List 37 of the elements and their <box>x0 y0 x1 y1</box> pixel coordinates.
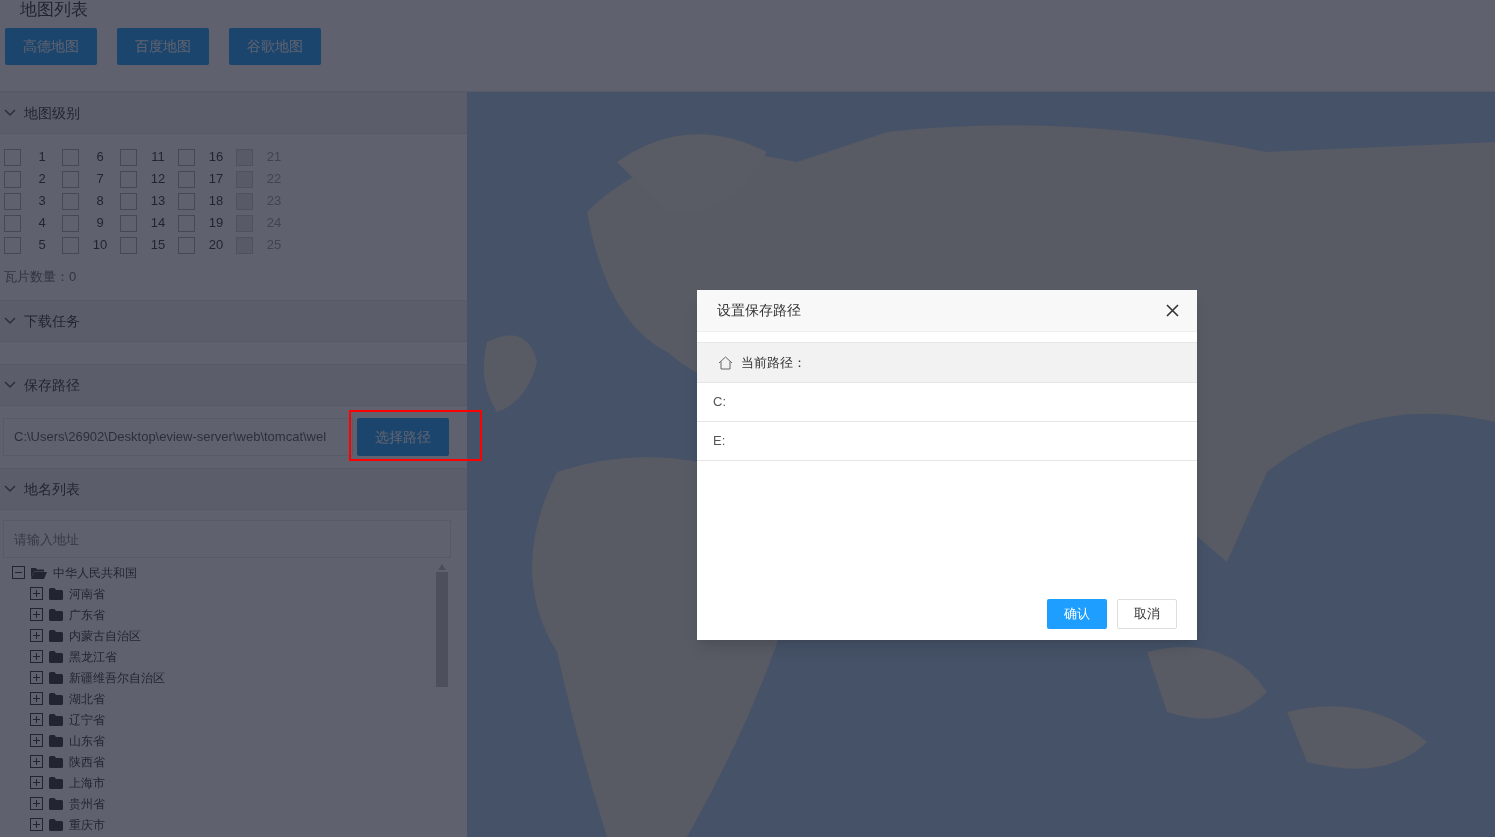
level-label: 4 <box>37 214 47 233</box>
level-label: 19 <box>207 214 225 233</box>
level-label: 14 <box>149 214 167 233</box>
level-label: 18 <box>207 192 225 211</box>
level-label: 8 <box>95 192 105 211</box>
tree-node-label[interactable]: 广东省 <box>69 605 105 624</box>
level-label: 2 <box>37 170 47 189</box>
tree-node-label[interactable]: 山东省 <box>69 731 105 750</box>
confirm-button[interactable]: 确认 <box>1047 599 1107 629</box>
level-label: 13 <box>149 192 167 211</box>
close-icon[interactable] <box>1166 304 1179 317</box>
level-label: 16 <box>207 148 225 167</box>
level-label: 1 <box>37 148 47 167</box>
level-label: 17 <box>207 170 225 189</box>
tree-node-label[interactable]: 中华人民共和国 <box>53 563 137 582</box>
dialog-title: 设置保存路径 <box>717 301 801 320</box>
level-label: 11 <box>150 148 166 167</box>
current-path-label: 当前路径： <box>741 353 806 372</box>
page-title: 地图列表 <box>20 0 88 20</box>
tree-node-label[interactable]: 重庆市 <box>69 815 105 834</box>
level-label: 15 <box>149 236 167 255</box>
drive-row[interactable]: C: <box>697 383 1197 422</box>
level-label: 12 <box>149 170 167 189</box>
home-icon[interactable] <box>718 355 733 370</box>
tree-node-label[interactable]: 陕西省 <box>69 752 105 771</box>
level-label: 3 <box>37 192 47 211</box>
level-label: 5 <box>37 236 47 255</box>
section-title: 保存路径 <box>24 375 80 395</box>
level-label: 6 <box>95 148 105 167</box>
tree-node-label[interactable]: 辽宁省 <box>69 710 105 729</box>
level-label: 9 <box>95 214 105 233</box>
level-label: 7 <box>95 170 105 189</box>
level-label: 10 <box>91 236 109 255</box>
drive-row[interactable]: E: <box>697 422 1197 461</box>
cancel-button[interactable]: 取消 <box>1117 599 1177 629</box>
tree-node-label[interactable]: 河南省 <box>69 584 105 603</box>
level-label: 20 <box>207 236 225 255</box>
